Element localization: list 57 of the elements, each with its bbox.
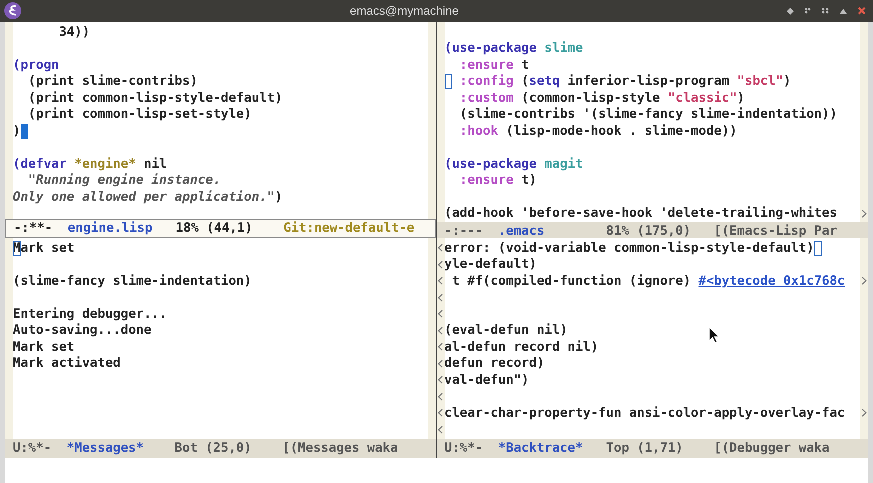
- code-line: Mark set: [13, 338, 75, 356]
- code-line: :custom (common-lisp-style "classic"): [458, 90, 745, 108]
- buffer-name[interactable]: .emacs: [498, 222, 606, 238]
- code-line: (print slime-contribs): [27, 73, 198, 92]
- diamond-icon[interactable]: [787, 8, 794, 14]
- window-title: emacs@mymachine: [350, 3, 459, 20]
- code-line: :hook (lisp-mode-hook . slime-mode)): [458, 122, 738, 141]
- code-line: (print common-lisp-style-default): [27, 90, 283, 108]
- mode-line-status: -:**-: [14, 220, 54, 237]
- mouse-pointer-icon: [709, 327, 720, 344]
- dots-icon[interactable]: [805, 8, 811, 14]
- code-line: Auto-saving...done: [13, 322, 152, 340]
- code-line: (add-hook 'before-save-hook 'delete-trailing-whites: [444, 205, 838, 224]
- code-line: (use-package slime: [444, 40, 584, 58]
- vc-branch: Git:new-default-e: [284, 220, 415, 237]
- mode-line-status: -:---: [444, 222, 484, 238]
- major-mode: [(Debugger waka: [714, 440, 830, 458]
- major-mode: [(Messages waka: [282, 440, 398, 458]
- code-line: error: (void-variable common-lisp-style-default): [444, 240, 814, 258]
- code-line: 34)): [58, 24, 90, 42]
- close-icon[interactable]: [858, 7, 866, 15]
- cursor-position: Bot (25,0): [174, 440, 253, 458]
- code-line: (eval-defun nil): [444, 322, 568, 340]
- code-line: :config (setq inferior-lisp-program "sbcl"): [458, 73, 792, 92]
- grid-dots-icon[interactable]: [822, 8, 829, 14]
- code-line: "Running engine instance.: [27, 172, 222, 190]
- code-line: yle-default): [444, 256, 537, 274]
- code-line: al-defun record nil): [444, 338, 599, 357]
- app-logo-icon: [4, 2, 22, 20]
- code-line: (slime-fancy slime-indentation): [13, 272, 252, 291]
- code-line: t #f(compiled-function (ignore) #<bytecode 0x1c768c: [451, 272, 846, 291]
- code-line: Mark activated: [13, 355, 121, 374]
- code-line: clear-char-property-fun ansi-color-apply-overlay-fac: [444, 404, 846, 423]
- caret-up-icon[interactable]: [840, 8, 847, 14]
- code-line: (slime-contribs '(slime-fancy slime-indentation)): [458, 106, 838, 124]
- code-line: Only one allowed per application."): [13, 188, 283, 207]
- code-line: (print common-lisp-set-style): [27, 106, 252, 124]
- mode-line-status: U:%*-: [444, 440, 484, 458]
- code-line: (defvar *engine* nil: [13, 156, 168, 174]
- buffer-name[interactable]: *Messages*: [66, 439, 175, 458]
- mode-line-status: U:%*-: [13, 440, 53, 458]
- code-line: :ensure t: [458, 56, 530, 74]
- link[interactable]: #<bytecode 0x1c768c: [698, 274, 846, 289]
- code-line: (progn: [13, 56, 60, 74]
- cursor-position: Top (1,71): [606, 440, 684, 458]
- code-line: defun record): [444, 355, 545, 374]
- code-line: :ensure t): [458, 172, 537, 190]
- cursor-position: 81% (175,0): [606, 222, 692, 238]
- cursor-position: 18% (44,1): [176, 220, 254, 237]
- code-line: (use-package magit: [444, 156, 584, 174]
- code-line: Entering debugger...: [13, 306, 168, 324]
- buffer-name[interactable]: *Backtrace*: [498, 439, 606, 458]
- major-mode: [(Emacs-Lisp Par: [714, 222, 838, 238]
- buffer-name[interactable]: engine.lisp: [68, 220, 176, 237]
- code-line: ark set: [20, 240, 75, 258]
- code-line: ): [13, 122, 21, 141]
- code-line: val-defun"): [444, 372, 530, 390]
